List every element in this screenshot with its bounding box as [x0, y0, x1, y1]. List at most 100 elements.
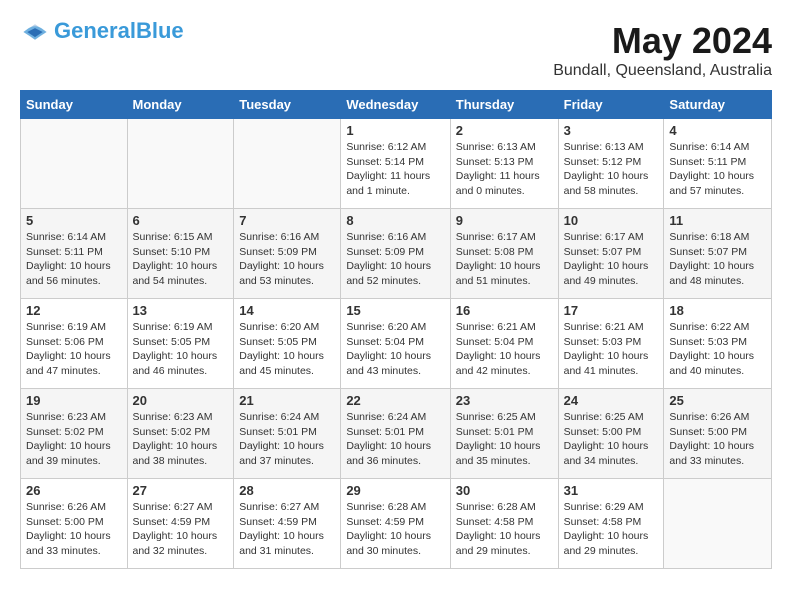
day-cell-22: 20Sunrise: 6:23 AMSunset: 5:02 PMDayligh… [127, 389, 234, 479]
day-cell-8: 6 Sunrise: 6:15 AMSunset: 5:10 PMDaylight… [127, 209, 234, 299]
day-info: Sunrise: 6:28 AMSunset: 4:59 PMDaylight:… [346, 500, 444, 559]
day-cell-25: 23 Sunrise: 6:25 AMSunset: 5:01 PMDayligh… [450, 389, 558, 479]
day-cell-30: 28 Sunrise: 6:27 AMSunset: 4:59 PMDayligh… [234, 479, 341, 569]
day-info: Sunrise: 6:14 AMSunset: 5:11 PMDaylight:… [669, 140, 766, 199]
day-cell-2 [234, 119, 341, 209]
day-number: 2 [456, 123, 553, 138]
day-number: 19 [26, 393, 122, 408]
day-info: Sunrise: 6:19 AMSunset: 5:05 PMDaylight:… [133, 320, 229, 379]
day-info: Sunrise: 6:16 AMSunset: 5:09 PMDaylight:… [346, 230, 444, 289]
day-info: Sunrise: 6:23 AMSunset: 5:02 PMDaylight:… [133, 410, 229, 469]
day-number: 9 [456, 213, 553, 228]
day-number: 10 [564, 213, 659, 228]
day-cell-11: 9Sunrise: 6:17 AMSunset: 5:08 PMDaylight… [450, 209, 558, 299]
month-title: May 2024 [553, 20, 772, 62]
day-number: 23 [456, 393, 553, 408]
day-cell-0 [21, 119, 128, 209]
day-number: 28 [239, 483, 335, 498]
day-cell-17: 15 Sunrise: 6:20 AMSunset: 5:04 PMDayligh… [341, 299, 450, 389]
weekday-friday: Friday [558, 91, 664, 119]
day-number: 4 [669, 123, 766, 138]
day-info: Sunrise: 6:17 AMSunset: 5:07 PMDaylight:… [564, 230, 659, 289]
day-cell-28: 26 Sunrise: 6:26 AMSunset: 5:00 PMDayligh… [21, 479, 128, 569]
day-cell-13: 11 Sunrise: 6:18 AMSunset: 5:07 PMDayligh… [664, 209, 772, 299]
weekday-wednesday: Wednesday [341, 91, 450, 119]
logo-text: GeneralBlue [54, 18, 184, 43]
day-info: Sunrise: 6:18 AMSunset: 5:07 PMDaylight:… [669, 230, 766, 289]
day-cell-18: 16 Sunrise: 6:21 AMSunset: 5:04 PMDayligh… [450, 299, 558, 389]
day-cell-4: 2 Sunrise: 6:13 AMSunset: 5:13 PMDaylight… [450, 119, 558, 209]
day-number: 27 [133, 483, 229, 498]
day-cell-16: 14 Sunrise: 6:20 AMSunset: 5:05 PMDayligh… [234, 299, 341, 389]
day-number: 5 [26, 213, 122, 228]
day-info: Sunrise: 6:25 AMSunset: 5:01 PMDaylight:… [456, 410, 553, 469]
day-number: 12 [26, 303, 122, 318]
day-number: 17 [564, 303, 659, 318]
day-info: Sunrise: 6:20 AMSunset: 5:05 PMDaylight:… [239, 320, 335, 379]
weekday-saturday: Saturday [664, 91, 772, 119]
day-info: Sunrise: 6:26 AMSunset: 5:00 PMDaylight:… [669, 410, 766, 469]
day-number: 18 [669, 303, 766, 318]
day-info: Sunrise: 6:29 AMSunset: 4:58 PMDaylight:… [564, 500, 659, 559]
day-number: 26 [26, 483, 122, 498]
day-info: Sunrise: 6:22 AMSunset: 5:03 PMDaylight:… [669, 320, 766, 379]
day-cell-32: 30Sunrise: 6:28 AMSunset: 4:58 PMDayligh… [450, 479, 558, 569]
location: Bundall, Queensland, Australia [553, 62, 772, 80]
day-cell-6: 4 Sunrise: 6:14 AMSunset: 5:11 PMDaylight… [664, 119, 772, 209]
day-number: 16 [456, 303, 553, 318]
day-number: 29 [346, 483, 444, 498]
day-info: Sunrise: 6:21 AMSunset: 5:04 PMDaylight:… [456, 320, 553, 379]
day-cell-27: 25 Sunrise: 6:26 AMSunset: 5:00 PMDayligh… [664, 389, 772, 479]
day-cell-19: 17 Sunrise: 6:21 AMSunset: 5:03 PMDayligh… [558, 299, 664, 389]
day-number: 7 [239, 213, 335, 228]
day-number: 15 [346, 303, 444, 318]
weekday-tuesday: Tuesday [234, 91, 341, 119]
day-info: Sunrise: 6:20 AMSunset: 5:04 PMDaylight:… [346, 320, 444, 379]
day-cell-24: 22 Sunrise: 6:24 AMSunset: 5:01 PMDayligh… [341, 389, 450, 479]
day-info: Sunrise: 6:23 AMSunset: 5:02 PMDaylight:… [26, 410, 122, 469]
day-info: Sunrise: 6:21 AMSunset: 5:03 PMDaylight:… [564, 320, 659, 379]
day-info: Sunrise: 6:13 AMSunset: 5:13 PMDaylight:… [456, 140, 553, 199]
day-number: 6 [133, 213, 229, 228]
day-info: Sunrise: 6:24 AMSunset: 5:01 PMDaylight:… [346, 410, 444, 469]
day-number: 8 [346, 213, 444, 228]
day-number: 30 [456, 483, 553, 498]
day-number: 3 [564, 123, 659, 138]
day-cell-12: 10 Sunrise: 6:17 AMSunset: 5:07 PMDayligh… [558, 209, 664, 299]
day-cell-33: 31 Sunrise: 6:29 AMSunset: 4:58 PMDayligh… [558, 479, 664, 569]
week-row-1: 1Sunrise: 6:12 AMSunset: 5:14 PMDaylight… [21, 119, 772, 209]
day-info: Sunrise: 6:27 AMSunset: 4:59 PMDaylight:… [133, 500, 229, 559]
day-number: 11 [669, 213, 766, 228]
day-number: 14 [239, 303, 335, 318]
day-number: 22 [346, 393, 444, 408]
day-info: Sunrise: 6:19 AMSunset: 5:06 PMDaylight:… [26, 320, 122, 379]
day-cell-5: 3Sunrise: 6:13 AMSunset: 5:12 PMDaylight… [558, 119, 664, 209]
day-cell-15: 13Sunrise: 6:19 AMSunset: 5:05 PMDayligh… [127, 299, 234, 389]
day-info: Sunrise: 6:26 AMSunset: 5:00 PMDaylight:… [26, 500, 122, 559]
day-cell-3: 1Sunrise: 6:12 AMSunset: 5:14 PMDaylight… [341, 119, 450, 209]
logo: GeneralBlue [20, 20, 184, 43]
week-row-3: 12 Sunrise: 6:19 AMSunset: 5:06 PMDayligh… [21, 299, 772, 389]
day-number: 25 [669, 393, 766, 408]
day-cell-34 [664, 479, 772, 569]
day-cell-1 [127, 119, 234, 209]
day-cell-23: 21 Sunrise: 6:24 AMSunset: 5:01 PMDayligh… [234, 389, 341, 479]
calendar-table: SundayMondayTuesdayWednesdayThursdayFrid… [20, 90, 772, 569]
day-cell-7: 5Sunrise: 6:14 AMSunset: 5:11 PMDaylight… [21, 209, 128, 299]
calendar-body: 1Sunrise: 6:12 AMSunset: 5:14 PMDaylight… [21, 119, 772, 569]
day-cell-20: 18 Sunrise: 6:22 AMSunset: 5:03 PMDayligh… [664, 299, 772, 389]
day-cell-9: 7 Sunrise: 6:16 AMSunset: 5:09 PMDaylight… [234, 209, 341, 299]
day-number: 21 [239, 393, 335, 408]
day-cell-10: 8 Sunrise: 6:16 AMSunset: 5:09 PMDaylight… [341, 209, 450, 299]
weekday-sunday: Sunday [21, 91, 128, 119]
week-row-4: 19 Sunrise: 6:23 AMSunset: 5:02 PMDayligh… [21, 389, 772, 479]
day-info: Sunrise: 6:15 AMSunset: 5:10 PMDaylight:… [133, 230, 229, 289]
day-info: Sunrise: 6:24 AMSunset: 5:01 PMDaylight:… [239, 410, 335, 469]
day-info: Sunrise: 6:16 AMSunset: 5:09 PMDaylight:… [239, 230, 335, 289]
weekday-monday: Monday [127, 91, 234, 119]
day-number: 31 [564, 483, 659, 498]
weekday-header-row: SundayMondayTuesdayWednesdayThursdayFrid… [21, 91, 772, 119]
day-cell-14: 12 Sunrise: 6:19 AMSunset: 5:06 PMDayligh… [21, 299, 128, 389]
day-cell-21: 19 Sunrise: 6:23 AMSunset: 5:02 PMDayligh… [21, 389, 128, 479]
day-info: Sunrise: 6:27 AMSunset: 4:59 PMDaylight:… [239, 500, 335, 559]
